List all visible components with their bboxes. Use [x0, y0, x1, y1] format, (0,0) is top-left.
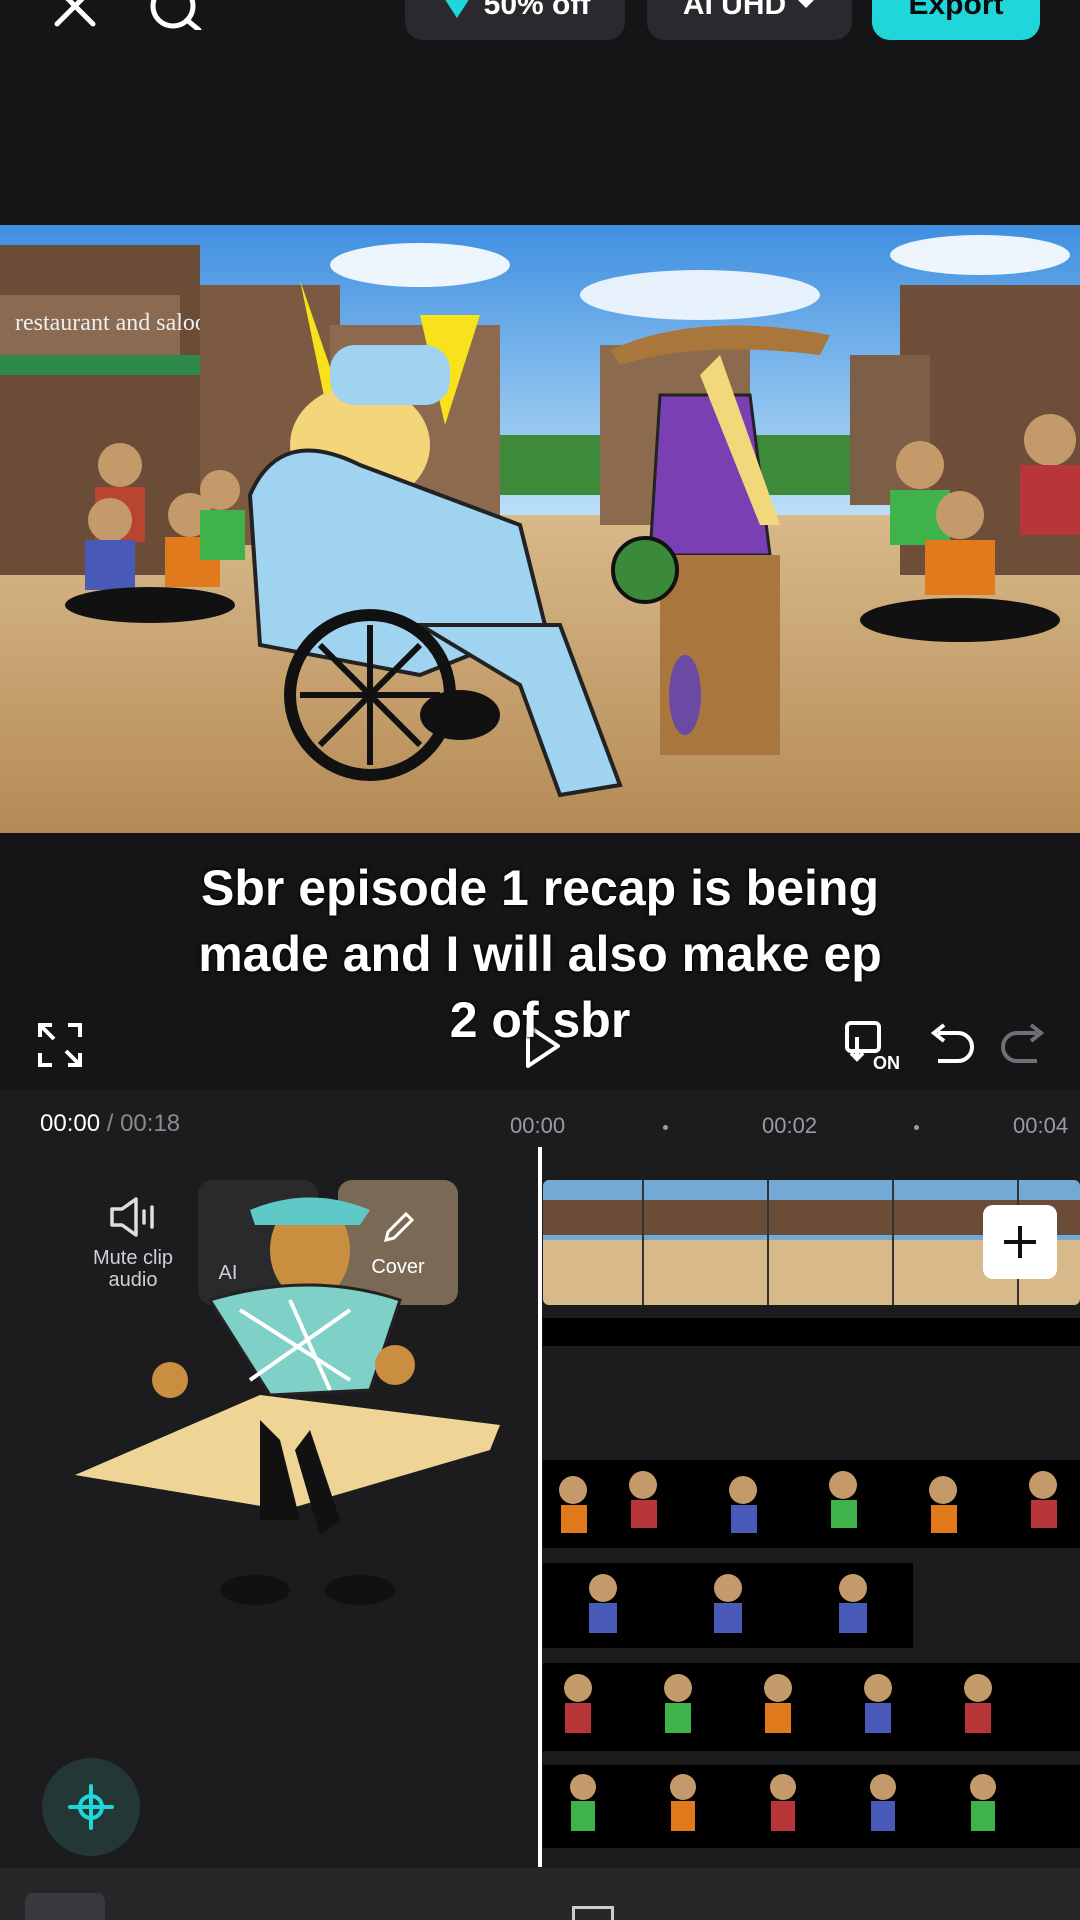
sticker-overlay[interactable] — [70, 1190, 510, 1620]
preview-frame: restaurant and saloon — [0, 225, 1080, 833]
ruler-dot — [914, 1125, 919, 1130]
add-clip-button[interactable] — [983, 1205, 1057, 1279]
ruler-dot — [663, 1125, 668, 1130]
close-icon[interactable] — [45, 0, 105, 30]
crowd-thumbnails — [570, 1774, 996, 1831]
overlay-track-5[interactable] — [543, 1765, 1080, 1848]
overlay-track-1[interactable] — [543, 1318, 1080, 1346]
top-bar: 50% off AI UHD Export — [0, 0, 1080, 225]
toolbar-icon[interactable] — [572, 1906, 614, 1920]
current-time: 00:00 — [40, 1110, 101, 1137]
crowd-thumbnails — [559, 1471, 1057, 1533]
ruler-tick: 00:04 — [1013, 1113, 1069, 1138]
resolution-label: AI UHD — [682, 0, 787, 21]
ai-assistant-button[interactable] — [42, 1758, 140, 1856]
chevron-down-icon — [798, 0, 815, 8]
playhead[interactable] — [538, 1147, 542, 1867]
time-separator: / — [106, 1110, 114, 1137]
toolbar-item[interactable] — [25, 1893, 105, 1920]
diamond-icon — [444, 0, 469, 18]
ruler-tick: 00:02 — [762, 1113, 818, 1138]
discount-label: 50% off — [483, 0, 591, 21]
bottom-toolbar — [0, 1868, 1080, 1920]
export-button[interactable]: Export — [872, 0, 1040, 40]
ruler-tick: 00:00 — [510, 1113, 566, 1138]
resolution-dropdown[interactable]: AI UHD — [647, 0, 852, 40]
overlay-track-2[interactable] — [543, 1460, 1080, 1548]
total-time: 00:18 — [120, 1110, 181, 1137]
timecode: 00:00 / 00:18 — [40, 1110, 180, 1138]
search-icon[interactable] — [145, 0, 205, 30]
video-preview[interactable]: restaurant and saloon — [0, 225, 1080, 833]
caption-text[interactable]: Sbr episode 1 recap is being made and I … — [0, 855, 1080, 1053]
plus-icon — [1004, 1226, 1036, 1258]
overlay-track-4[interactable] — [543, 1663, 1080, 1751]
sign-text: restaurant and saloon — [15, 310, 219, 336]
crowd-thumbnails — [564, 1674, 992, 1733]
discount-badge[interactable]: 50% off — [405, 0, 625, 40]
caption-line-2: made and I will also make ep — [198, 926, 882, 982]
sparkle-icon — [68, 1784, 114, 1830]
overlay-track-3[interactable] — [543, 1563, 913, 1648]
figure-thumbnails — [589, 1574, 867, 1633]
autosave-badge: ON — [873, 1053, 900, 1073]
caption-line-1: Sbr episode 1 recap is being — [200, 860, 879, 916]
export-label: Export — [908, 0, 1004, 21]
caption-line-3: 2 of sbr — [449, 992, 631, 1048]
